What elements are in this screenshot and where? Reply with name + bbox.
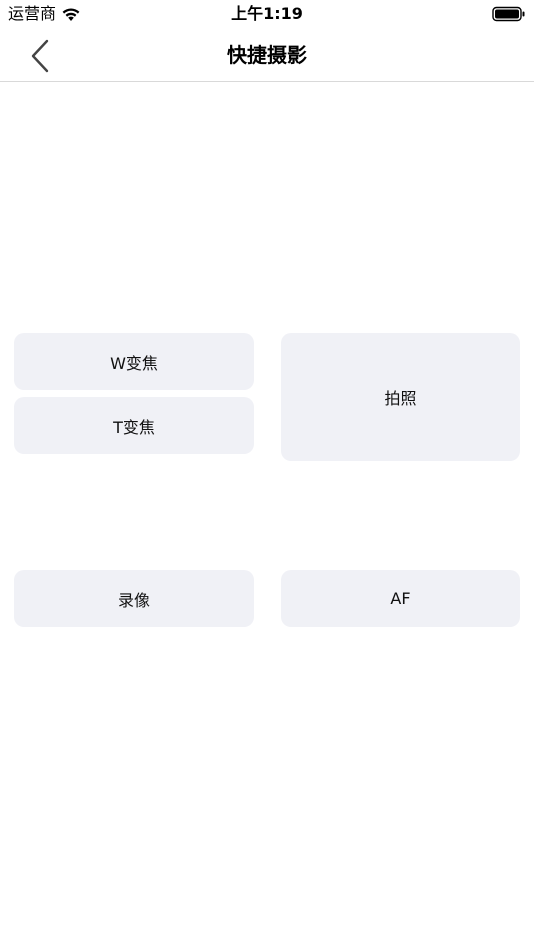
autofocus-label: AF xyxy=(390,589,411,608)
autofocus-button[interactable]: AF xyxy=(281,570,520,627)
battery-icon xyxy=(492,6,526,22)
record-video-button[interactable]: 录像 xyxy=(14,570,254,627)
status-time: 上午1:19 xyxy=(231,4,303,23)
zoom-wide-button[interactable]: W变焦 xyxy=(14,333,254,390)
record-video-label: 录像 xyxy=(117,590,150,610)
take-photo-label: 拍照 xyxy=(384,389,417,408)
navigation-bar: 快捷摄影 xyxy=(0,28,534,82)
zoom-tele-label: T变焦 xyxy=(113,417,155,437)
page-title: 快捷摄影 xyxy=(227,43,307,67)
status-bar: 运营商 上午1:19 xyxy=(0,0,534,28)
take-photo-button[interactable]: 拍照 xyxy=(281,333,520,461)
zoom-tele-button[interactable]: T变焦 xyxy=(14,397,254,454)
zoom-wide-label: W变焦 xyxy=(110,353,158,373)
